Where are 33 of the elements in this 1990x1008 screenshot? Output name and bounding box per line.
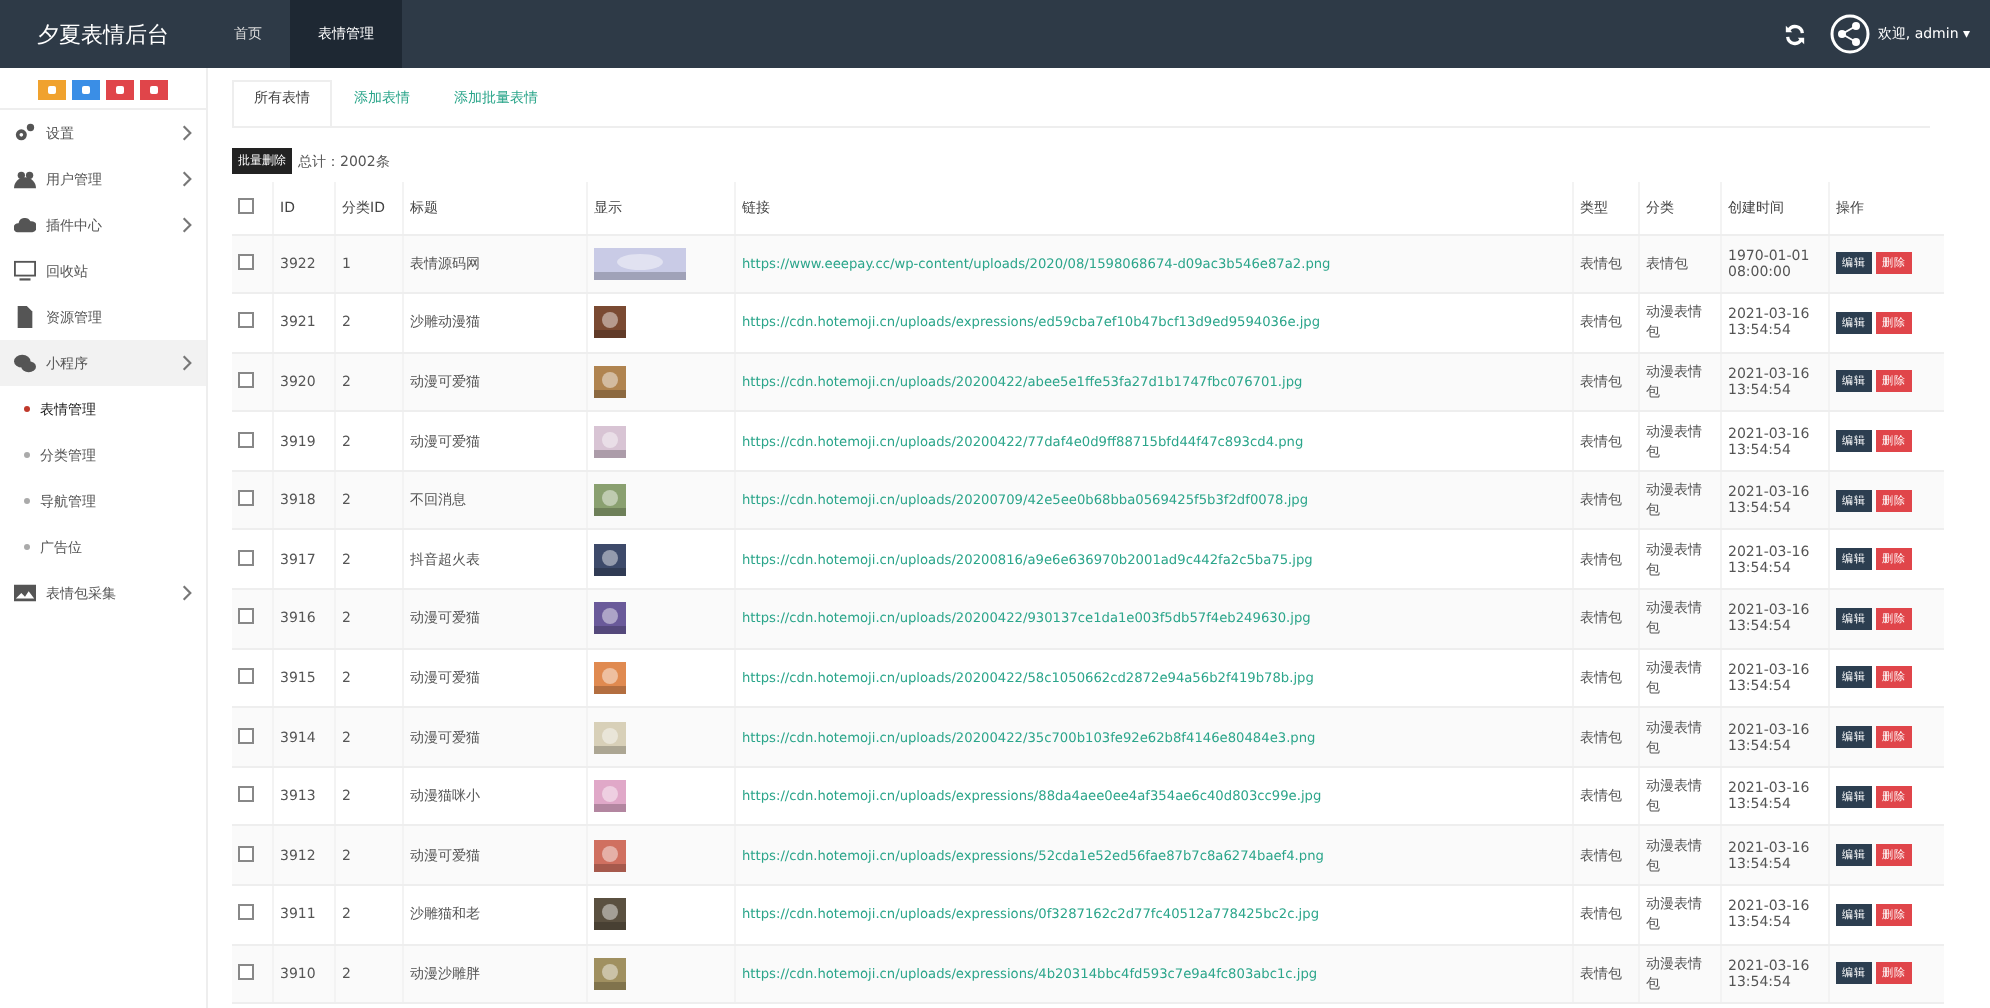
chevron-icon [182, 170, 192, 188]
shortcut-button[interactable] [140, 80, 168, 100]
row-checkbox[interactable] [238, 371, 254, 388]
brand-title: 夕夏表情后台 [35, 19, 171, 49]
chevron-icon [182, 216, 192, 234]
cloud-icon [14, 214, 36, 236]
refresh-icon[interactable] [1783, 23, 1806, 45]
row-checkbox[interactable] [238, 490, 254, 507]
gears-icon [14, 122, 36, 144]
row-checkbox[interactable] [238, 786, 254, 803]
avatar-icon[interactable] [1829, 14, 1870, 54]
row-checkbox[interactable] [238, 608, 254, 625]
row-checkbox[interactable] [238, 963, 254, 980]
image-icon [14, 582, 36, 604]
row-checkbox[interactable] [238, 727, 254, 744]
document-icon [14, 306, 36, 328]
row-checkbox[interactable] [238, 845, 254, 862]
chevron-icon [182, 124, 192, 142]
row-checkbox[interactable] [238, 431, 254, 448]
select-all-checkbox[interactable] [238, 197, 254, 214]
row-checkbox[interactable] [238, 904, 254, 921]
row-checkbox[interactable] [238, 312, 254, 329]
row-checkbox[interactable] [238, 253, 254, 270]
users-icon [14, 168, 36, 190]
shortcut-button[interactable] [106, 80, 134, 100]
row-checkbox[interactable] [238, 667, 254, 684]
row-checkbox[interactable] [238, 549, 254, 566]
chat-icon [14, 352, 36, 374]
chevron-icon [182, 354, 192, 372]
shortcut-button[interactable] [38, 80, 66, 100]
shortcut-button[interactable] [72, 80, 100, 100]
chevron-icon [182, 584, 192, 602]
monitor-icon [14, 260, 36, 282]
